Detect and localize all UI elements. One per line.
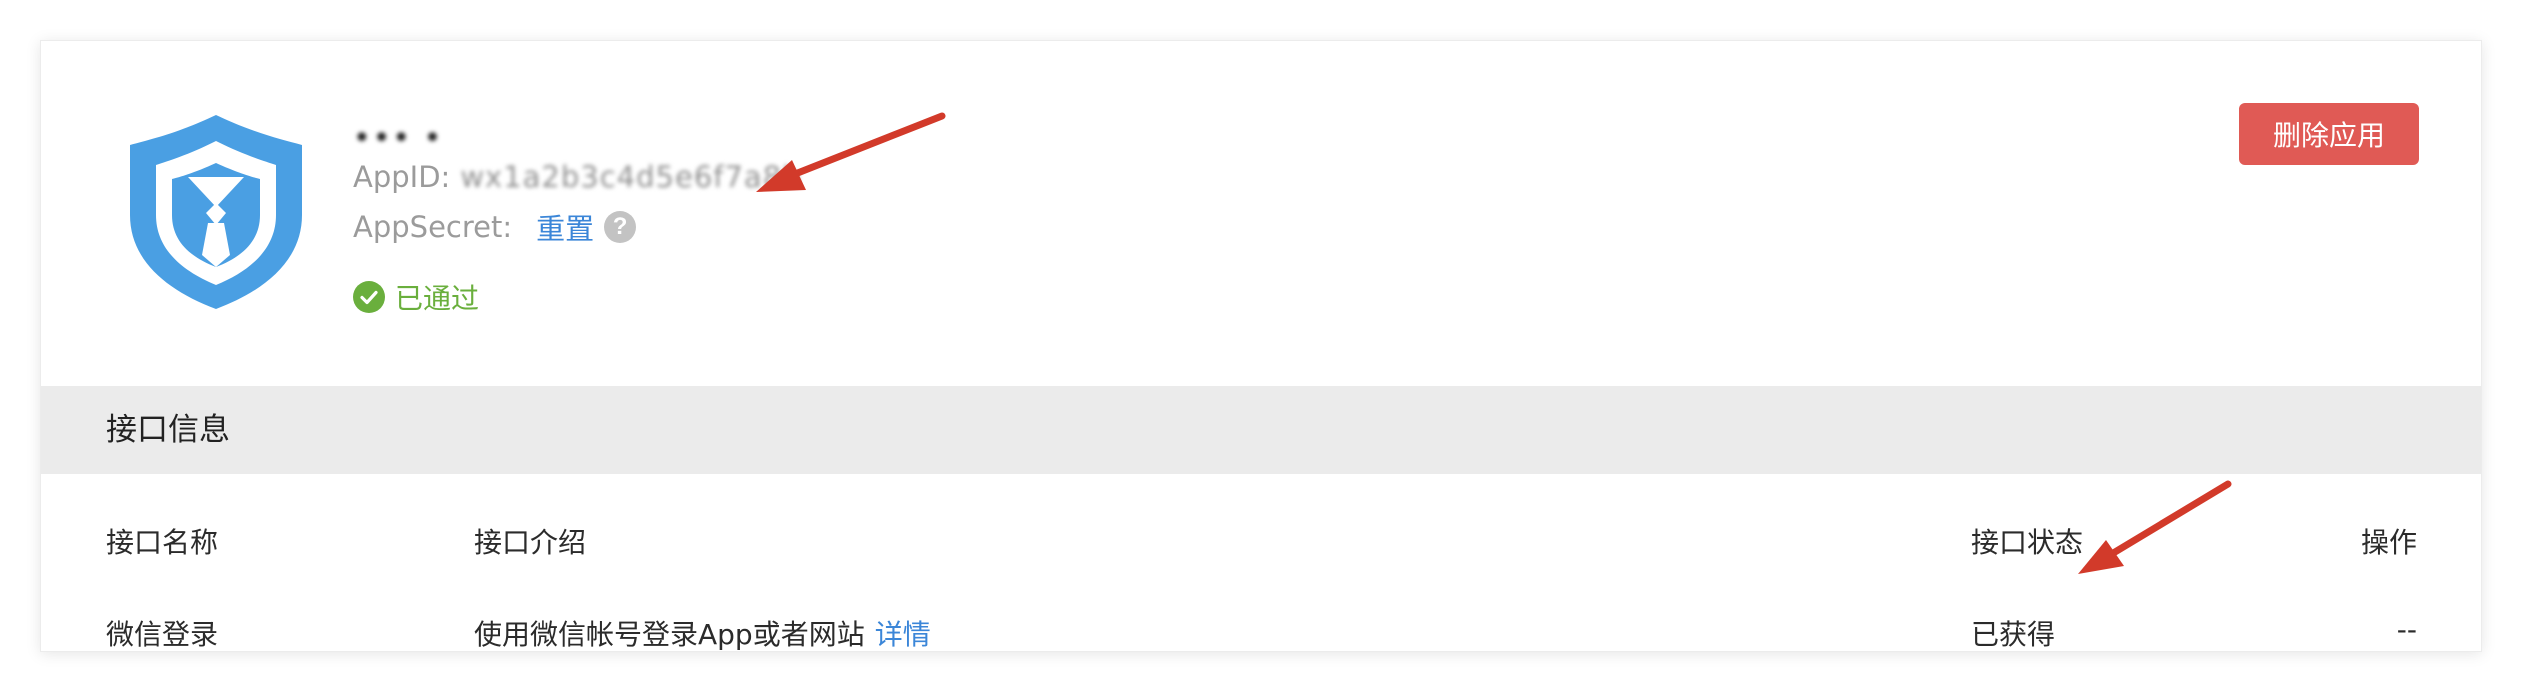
app-logo-shield-icon: [130, 115, 302, 309]
delete-app-button[interactable]: 删除应用: [2239, 103, 2419, 165]
column-header-action: 操作: [2360, 526, 2417, 559]
app-name: ••• •: [353, 121, 444, 156]
row-interface-name: 微信登录: [106, 618, 219, 651]
appid-value: wx1a2b3c4d5e6f7a8b: [460, 160, 802, 194]
app-detail-card: ••• • AppID: wx1a2b3c4d5e6f7a8b AppSecre…: [40, 40, 2482, 652]
question-circle-icon[interactable]: ?: [604, 211, 637, 243]
detail-link[interactable]: 详情: [875, 618, 931, 651]
row-description-text: 使用微信帐号登录App或者网站: [474, 618, 865, 651]
check-circle-icon: [353, 281, 385, 313]
appid-label: AppID:: [353, 160, 451, 194]
row-interface-action: --: [2396, 613, 2417, 646]
appid-row: AppID: wx1a2b3c4d5e6f7a8b: [353, 157, 802, 197]
appsecret-row: AppSecret: 重置 ?: [353, 206, 637, 248]
row-interface-description: 使用微信帐号登录App或者网站 详情: [474, 613, 931, 651]
appsecret-label: AppSecret:: [353, 210, 513, 244]
row-interface-status: 已获得: [1971, 618, 2056, 651]
section-title: 接口信息: [106, 412, 230, 448]
approval-status: 已通过: [353, 277, 479, 317]
approval-status-label: 已通过: [395, 282, 480, 315]
interface-info-header: 接口信息: [41, 386, 2481, 474]
column-header-status: 接口状态: [1971, 526, 2084, 559]
column-header-name: 接口名称: [106, 526, 219, 559]
column-header-description: 接口介绍: [474, 526, 587, 559]
reset-secret-link[interactable]: 重置: [536, 206, 594, 248]
